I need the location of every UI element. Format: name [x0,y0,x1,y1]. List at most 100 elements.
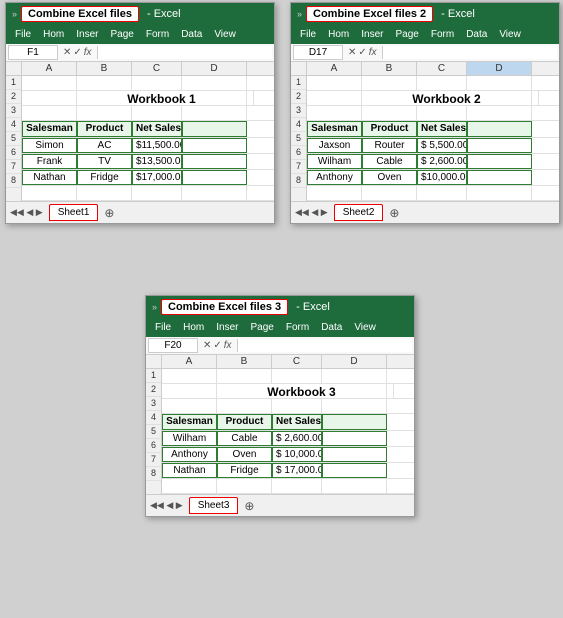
grid-row-3-1 [22,106,274,121]
rn-7-3: 7 [146,453,161,467]
cell-1-b[interactable] [77,76,132,90]
cell-3-d-3[interactable] [322,399,387,413]
ribbon-insert-1[interactable]: Inser [71,27,103,42]
add-sheet-3[interactable]: ⊕ [240,499,258,513]
data-7-c-3: $ 17,000.00 [272,463,322,478]
sheet-tabs-1: ◀◀ ◀ ▶ Sheet1 ⊕ [6,201,274,223]
sheet-tab-3[interactable]: Sheet3 [189,497,239,514]
cell-ref-3[interactable]: F20 [148,338,198,353]
cell-3-c-3[interactable] [272,399,322,413]
ribbon-data-3[interactable]: Data [316,320,347,335]
formula-input-1[interactable] [97,46,272,59]
data-7-c-2: $10,000.00 [417,170,467,185]
ribbon-insert-3[interactable]: Inser [211,320,243,335]
cell-1-a-3[interactable] [162,369,217,383]
cell-1-c[interactable] [132,76,182,90]
add-sheet-2[interactable]: ⊕ [385,206,403,220]
ribbon-form-2[interactable]: Form [426,27,459,42]
formula-input-2[interactable] [382,46,557,59]
ribbon-home-1[interactable]: Hom [38,27,69,42]
cell-8-d-3[interactable] [322,479,387,493]
ribbon-home-3[interactable]: Hom [178,320,209,335]
cell-8-a[interactable] [22,186,77,200]
ribbon-home-2[interactable]: Hom [323,27,354,42]
ribbon-view-1[interactable]: View [209,27,241,42]
file-title-2: Combine Excel files 2 [306,6,433,22]
file-title-1: Combine Excel files [21,6,139,22]
ribbon-page-3[interactable]: Page [245,320,278,335]
ribbon-form-1[interactable]: Form [141,27,174,42]
cell-2-a[interactable] [22,91,77,105]
cell-2-a-3[interactable] [162,384,217,398]
grid-row-6-1: Frank TV $13,500.00 [22,154,274,170]
sheet-tab-1[interactable]: Sheet1 [49,204,99,221]
ribbon-view-3[interactable]: View [349,320,381,335]
add-sheet-1[interactable]: ⊕ [100,206,118,220]
cell-8-b[interactable] [77,186,132,200]
cell-8-a-3[interactable] [162,479,217,493]
cell-3-c-2[interactable] [417,106,467,120]
col-b-1: B [77,62,132,75]
spreadsheet-3: A B C D 1 2 3 4 5 6 7 8 [146,355,414,494]
fx-label-2: fx [369,47,377,58]
cell-8-c-2[interactable] [417,186,467,200]
cell-ref-2[interactable]: D17 [293,45,343,60]
header-salesman-1: Salesman [22,121,77,137]
header-netsales-2: Net Sales [417,121,467,137]
ribbon-form-3[interactable]: Form [281,320,314,335]
data-5-a-1: Simon [22,138,77,153]
grid-row-3-3 [162,399,414,414]
cell-1-c-2[interactable] [417,76,467,90]
grid-row-1-2 [307,76,559,91]
sheet-tab-2[interactable]: Sheet2 [334,204,384,221]
cell-3-a[interactable] [22,106,77,120]
scroll-arrows-1: ◀◀ ◀ ▶ [10,207,43,218]
ribbon-file-2[interactable]: File [295,27,321,42]
cell-8-d-2[interactable] [467,186,532,200]
cell-8-d[interactable] [182,186,247,200]
cell-3-b-2[interactable] [362,106,417,120]
ribbon-page-2[interactable]: Page [390,27,423,42]
ribbon-file-1[interactable]: File [10,27,36,42]
rows-area-3: 1 2 3 4 5 6 7 8 Work [146,369,414,494]
cell-2-a-2[interactable] [307,91,362,105]
grid-row-1-1 [22,76,274,91]
cell-3-d-2[interactable] [467,106,532,120]
ribbon-insert-2[interactable]: Inser [356,27,388,42]
cell-1-b-3[interactable] [217,369,272,383]
data-6-a-1: Frank [22,154,77,169]
ribbon-data-2[interactable]: Data [461,27,492,42]
cell-8-c-3[interactable] [272,479,322,493]
cell-3-c[interactable] [132,106,182,120]
cell-8-c[interactable] [132,186,182,200]
data-7-b-1: Fridge [77,170,132,185]
cell-1-c-3[interactable] [272,369,322,383]
spacer-3 [146,355,162,368]
cell-8-b-2[interactable] [362,186,417,200]
cell-1-a-2[interactable] [307,76,362,90]
cell-3-b[interactable] [77,106,132,120]
ribbon-page-1[interactable]: Page [105,27,138,42]
cell-1-b-2[interactable] [362,76,417,90]
cell-1-d-3[interactable] [322,369,387,383]
formula-icons-1: ✕ ✓ fx [60,47,95,58]
cell-ref-1[interactable]: F1 [8,45,58,60]
cell-3-b-3[interactable] [217,399,272,413]
title-bar-3: » Combine Excel files 3 - Excel [146,296,414,318]
title-bar-1: » Combine Excel files - Excel [6,3,274,25]
rn-8-2: 8 [291,174,306,188]
header-empty-3 [322,414,387,430]
header-product-3: Product [217,414,272,430]
cell-1-a[interactable] [22,76,77,90]
cell-3-a-2[interactable] [307,106,362,120]
ribbon-data-1[interactable]: Data [176,27,207,42]
cell-3-d[interactable] [182,106,247,120]
cell-1-d[interactable] [182,76,247,90]
ribbon-view-2[interactable]: View [494,27,526,42]
cell-3-a-3[interactable] [162,399,217,413]
cell-8-a-2[interactable] [307,186,362,200]
formula-input-3[interactable] [237,339,412,352]
cell-8-b-3[interactable] [217,479,272,493]
ribbon-file-3[interactable]: File [150,320,176,335]
cell-1-d-2[interactable] [467,76,532,90]
